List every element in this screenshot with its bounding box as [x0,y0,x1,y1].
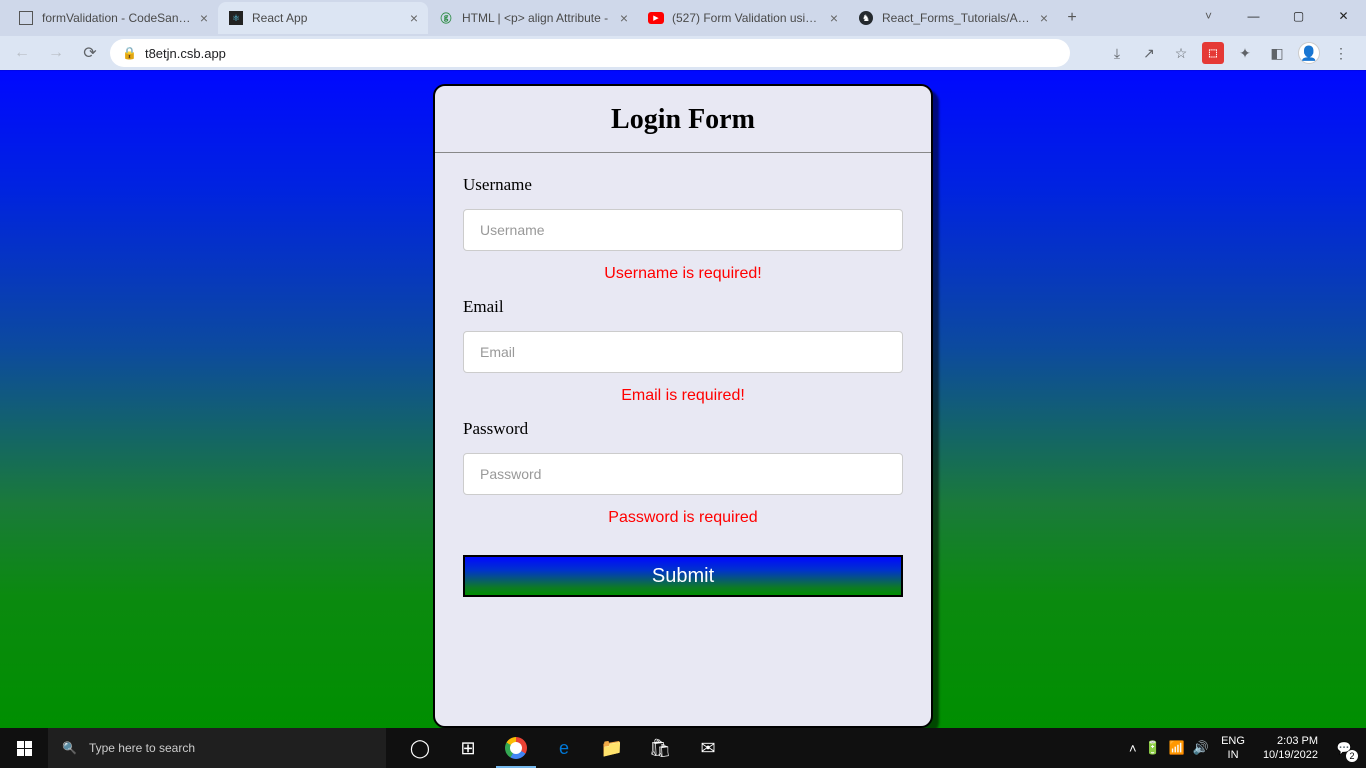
clock-date: 10/19/2022 [1263,748,1318,762]
tab-title: formValidation - CodeSandbox [42,11,194,25]
maximize-button[interactable]: ▢ [1276,0,1321,32]
password-group: Password Password is required [463,419,903,527]
tab-html-attr[interactable]: ⓖ HTML | <p> align Attribute - × [428,2,638,34]
chevron-down-icon[interactable]: ˅ [1186,0,1231,32]
tab-title: React App [252,11,404,25]
form-body: Username Username is required! Email Ema… [435,153,931,619]
form-header: Login Form [435,86,931,153]
extensions-icon[interactable]: ✦ [1234,42,1256,64]
username-label: Username [463,175,903,195]
new-tab-button[interactable]: + [1058,4,1086,32]
start-button[interactable] [0,728,48,768]
task-view-icon[interactable]: ⊞ [444,728,492,768]
submit-button[interactable]: Submit [463,555,903,597]
password-label: Password [463,419,903,439]
taskbar-clock[interactable]: 2:03 PM 10/19/2022 [1257,734,1324,762]
username-input[interactable] [463,209,903,251]
windows-taskbar: 🔍 Type here to search ◯ ⊞ e 📁 🛍 ✉ ˄ 🔋 📶 … [0,728,1366,768]
close-icon[interactable]: × [830,10,838,26]
clock-time: 2:03 PM [1277,734,1318,748]
explorer-taskbar-icon[interactable]: 📁 [588,728,636,768]
sidepanel-icon[interactable]: ◧ [1266,42,1288,64]
tab-youtube[interactable]: ▶ (527) Form Validation using R × [638,2,848,34]
back-button[interactable]: ← [8,39,36,67]
close-icon[interactable]: × [620,10,628,26]
codesandbox-icon [18,10,34,26]
store-taskbar-icon[interactable]: 🛍 [636,728,684,768]
url-text: t8etjn.csb.app [145,46,226,61]
mail-taskbar-icon[interactable]: ✉ [684,728,732,768]
browser-toolbar: ← → ⟳ 🔒 t8etjn.csb.app ⤓ ↗ ☆ ⬚ ✦ ◧ 👤 ⋮ [0,36,1366,70]
tab-title: (527) Form Validation using R [672,11,824,25]
minimize-button[interactable]: — [1231,0,1276,32]
email-group: Email Email is required! [463,297,903,405]
install-icon[interactable]: ⤓ [1106,42,1128,64]
notifications-icon[interactable]: 💬2 [1332,736,1356,760]
volume-icon[interactable]: 🔊 [1193,740,1209,756]
tab-strip: formValidation - CodeSandbox × ⚛ React A… [0,0,1366,36]
toolbar-right: ⤓ ↗ ☆ ⬚ ✦ ◧ 👤 ⋮ [1106,42,1358,64]
github-icon: ♞ [858,10,874,26]
notif-badge: 2 [1346,750,1358,762]
tray-chevron-icon[interactable]: ˄ [1129,741,1137,756]
password-error: Password is required [463,509,903,527]
username-group: Username Username is required! [463,175,903,283]
lang-top: ENG [1221,734,1245,748]
tab-codesandbox[interactable]: formValidation - CodeSandbox × [8,2,218,34]
close-window-button[interactable]: ✕ [1321,0,1366,32]
browser-chrome: formValidation - CodeSandbox × ⚛ React A… [0,0,1366,70]
email-label: Email [463,297,903,317]
geeksforgeeks-icon: ⓖ [438,10,454,26]
close-icon[interactable]: × [1040,10,1048,26]
language-indicator[interactable]: ENG IN [1217,734,1249,762]
profile-avatar[interactable]: 👤 [1298,42,1320,64]
battery-icon[interactable]: 🔋 [1145,740,1161,756]
task-icons: ◯ ⊞ e 📁 🛍 ✉ [396,728,732,768]
forward-button[interactable]: → [42,39,70,67]
email-input[interactable] [463,331,903,373]
close-icon[interactable]: × [200,10,208,26]
share-icon[interactable]: ↗ [1138,42,1160,64]
lang-bottom: IN [1228,748,1239,762]
tab-title: HTML | <p> align Attribute - [462,11,614,25]
reload-button[interactable]: ⟳ [76,39,104,67]
cortana-icon[interactable]: ◯ [396,728,444,768]
window-controls: ˅ — ▢ ✕ [1186,0,1366,32]
system-tray: ˄ 🔋 📶 🔊 ENG IN 2:03 PM 10/19/2022 💬2 [1129,734,1366,762]
email-error: Email is required! [463,387,903,405]
windows-icon [17,741,32,756]
bookmark-icon[interactable]: ☆ [1170,42,1192,64]
password-input[interactable] [463,453,903,495]
chrome-taskbar-icon[interactable] [492,728,540,768]
tab-title: React_Forms_Tutorials/App.js [882,11,1034,25]
username-error: Username is required! [463,265,903,283]
form-title: Login Form [435,104,931,136]
youtube-icon: ▶ [648,10,664,26]
login-form-card: Login Form Username Username is required… [433,84,933,728]
react-icon: ⚛ [228,10,244,26]
page-viewport: Login Form Username Username is required… [0,70,1366,728]
menu-icon[interactable]: ⋮ [1330,42,1352,64]
address-bar[interactable]: 🔒 t8etjn.csb.app [110,39,1070,67]
tab-github[interactable]: ♞ React_Forms_Tutorials/App.js × [848,2,1058,34]
tab-react-app[interactable]: ⚛ React App × [218,2,428,34]
edge-taskbar-icon[interactable]: e [540,728,588,768]
extension-icon[interactable]: ⬚ [1202,42,1224,64]
taskbar-search[interactable]: 🔍 Type here to search [48,728,386,768]
close-icon[interactable]: × [410,10,418,26]
wifi-icon[interactable]: 📶 [1169,740,1185,756]
search-icon: 🔍 [62,741,77,755]
lock-icon: 🔒 [122,46,137,60]
search-placeholder: Type here to search [89,741,195,755]
